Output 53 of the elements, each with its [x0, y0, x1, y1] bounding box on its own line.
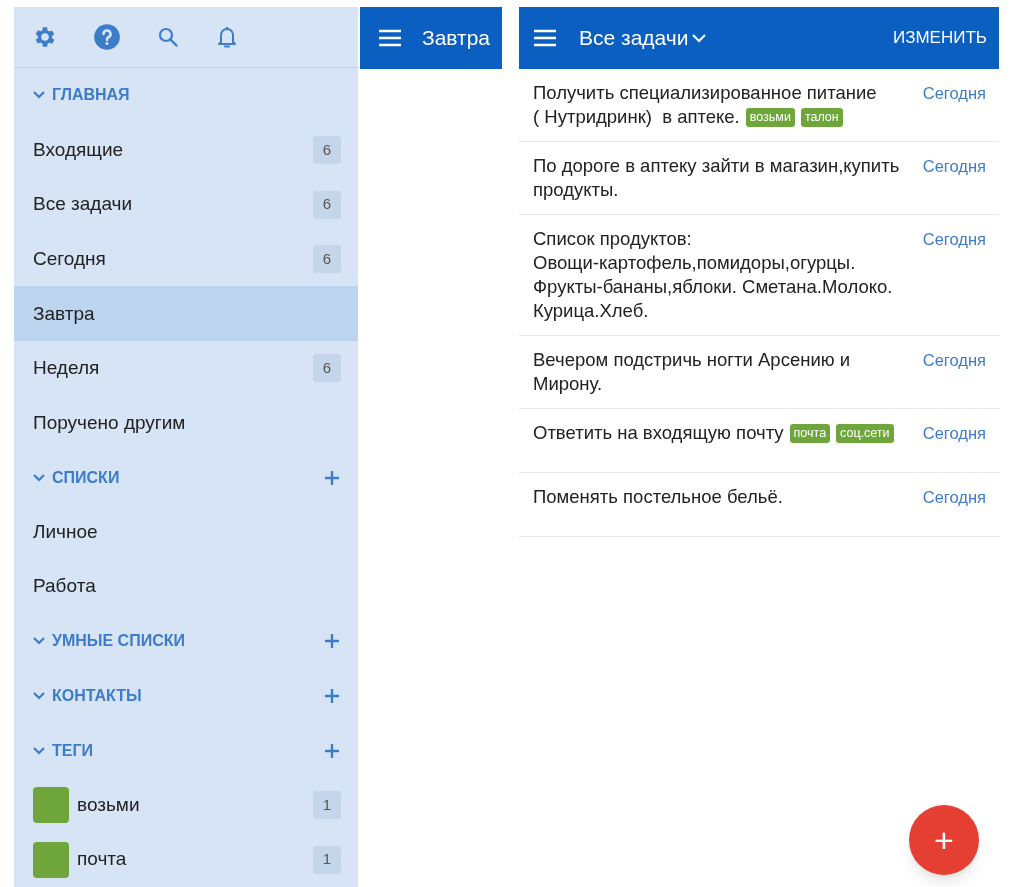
menu-icon[interactable]: [533, 28, 557, 48]
list-dropdown[interactable]: Все задачи: [579, 22, 707, 54]
task-text: Поменять постельное бельё.: [533, 486, 783, 507]
add-icon[interactable]: [324, 633, 340, 650]
count-badge: 6: [313, 354, 341, 383]
count-badge: 1: [313, 791, 341, 820]
tag-label: почта: [789, 423, 831, 443]
sidebar-item[interactable]: возьми 1: [14, 777, 358, 833]
count-badge: 1: [313, 845, 341, 874]
sidebar-item[interactable]: Работа: [14, 559, 358, 615]
due-date: Сегодня: [922, 156, 986, 177]
count-badge: 6: [313, 136, 341, 164]
sidebar-item[interactable]: Неделя 6: [14, 341, 358, 396]
task-row[interactable]: Поменять постельное бельё. Сегодня: [519, 473, 999, 537]
sidebar-item[interactable]: почта 1: [14, 832, 358, 887]
task-text: Получить специализированное питание: [533, 81, 877, 105]
task-text: Список продуктов: Овощи-картофель,помидоры,огурцы. Фрукты-бананы,яблоки. Сметана.Молоко. Курица.Хлеб.: [533, 228, 893, 321]
due-date: Сегодня: [922, 83, 986, 104]
chevron-down-icon: [692, 33, 707, 43]
task-text: По дороге в аптеку зайти в магазин,купить продукты.: [533, 155, 900, 200]
count-badge: 6: [313, 190, 341, 219]
search-icon[interactable]: [156, 25, 180, 50]
tag-label: талон: [800, 107, 843, 127]
due-date: Сегодня: [922, 350, 986, 371]
help-icon[interactable]: [93, 23, 121, 52]
edit-button[interactable]: ИЗМЕНИТЬ: [892, 25, 987, 51]
add-icon[interactable]: [324, 469, 340, 486]
due-date: Сегодня: [922, 487, 986, 508]
add-icon[interactable]: [324, 687, 340, 704]
sidebar-item[interactable]: Входящие 6: [14, 122, 358, 178]
menu-icon[interactable]: [378, 28, 402, 48]
sidebar-item[interactable]: Сегодня 6: [14, 231, 358, 287]
due-date: Сегодня: [922, 423, 986, 444]
task-row[interactable]: Список продуктов: Овощи-картофель,помидоры,огурцы. Фрукты-бананы,яблоки. Сметана.Молоко. Курица.Хлеб. Сегодня: [519, 215, 999, 336]
sidebar-item[interactable]: Поручено другим: [14, 395, 358, 451]
task-row[interactable]: По дороге в аптеку зайти в магазин,купить продукты. Сегодня: [519, 142, 999, 215]
tag-label: соц.сети: [836, 423, 894, 443]
task-row[interactable]: Вечером подстричь ногти Арсению и Мирону. Сегодня: [519, 336, 999, 409]
task-text: Ответить на входящую почту: [533, 421, 784, 445]
task-text: ( Нутридринк) в аптеке.: [533, 105, 740, 129]
add-icon[interactable]: [324, 742, 340, 759]
task-row[interactable]: Получить специализированное питание ( Нутридринк) в аптеке. возьми талон Сегодня: [519, 69, 999, 142]
sidebar-item[interactable]: Завтра: [14, 286, 358, 342]
task-row[interactable]: Ответить на входящую почту почта соц.сети Сегодня: [519, 409, 999, 473]
sidebar-item[interactable]: Все задачи 6: [14, 177, 358, 232]
task-text: Вечером подстричь ногти Арсению и Мирону.: [533, 349, 851, 394]
sidebar-item[interactable]: Личное: [14, 504, 358, 560]
screen-title: Завтра: [422, 25, 491, 52]
bell-icon[interactable]: [215, 24, 239, 51]
add-task-button[interactable]: +: [909, 805, 979, 875]
count-badge: 6: [313, 245, 341, 274]
tag-label: возьми: [745, 107, 795, 127]
due-date: Сегодня: [922, 229, 986, 250]
